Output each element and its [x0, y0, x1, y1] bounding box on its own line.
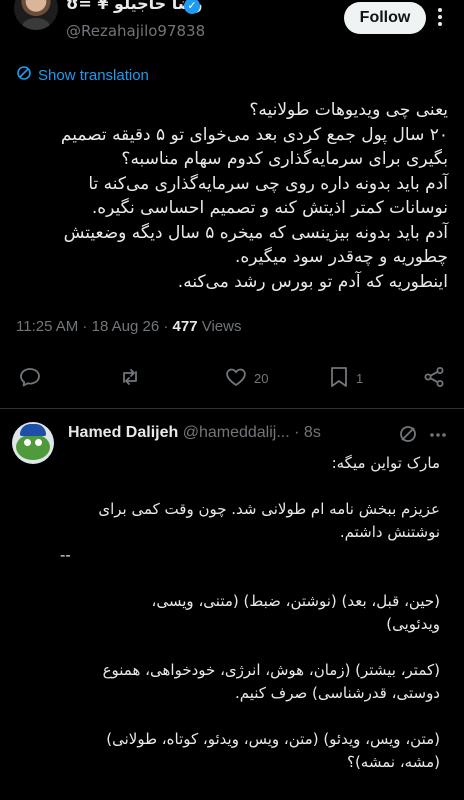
- reply-separator: ·: [294, 424, 300, 441]
- post-meta: 11:25 AM · 18 Aug 26 · 477 Views: [16, 318, 242, 335]
- reply-text-line: [60, 636, 440, 659]
- reply-text-line: (کمتر، بیشتر) (زمان، هوش، انرژی، خودخواه…: [102, 661, 440, 679]
- like-count: 20: [254, 370, 269, 386]
- post-text-line: آدم باید بدونه داره روی چی سرمایه‌گذاری …: [88, 173, 448, 194]
- reply-text-line: مارک تواین میگه:: [331, 454, 440, 472]
- divider: [0, 408, 464, 409]
- retweet-icon: [118, 365, 142, 392]
- author-avatar[interactable]: [14, 0, 58, 30]
- reply-more-icon[interactable]: [428, 426, 448, 444]
- show-translation-label: Show translation: [38, 66, 149, 84]
- views-count: 477: [172, 318, 198, 335]
- reply-author-avatar[interactable]: [12, 422, 54, 464]
- post-text-line: اینطوریه که آدم تو بورس رشد می‌کنه.: [177, 271, 448, 292]
- views-label: Views: [201, 318, 242, 335]
- reply-text: مارک تواین میگه: عزیزم ببخش نامه ام طولا…: [60, 452, 440, 774]
- mute-icon[interactable]: [396, 424, 420, 444]
- more-icon[interactable]: [430, 6, 450, 28]
- reply-author-name[interactable]: Hamed Dalijeh: [68, 424, 178, 441]
- reply-text-line: دوستی، قدرشناسی) صرف کنیم.: [234, 684, 440, 702]
- reply-text-line: ویدئویی): [386, 615, 440, 633]
- reply-text-line: --: [60, 546, 71, 564]
- eye-left: [24, 439, 31, 446]
- show-translation-link[interactable]: Show translation: [16, 64, 149, 86]
- reply-icon: [18, 365, 42, 392]
- repost-button[interactable]: [118, 360, 142, 396]
- bookmark-icon: [328, 365, 350, 392]
- post-time[interactable]: 11:25 AM: [16, 318, 78, 335]
- reply-text-line: عزیزم ببخش نامه ام طولانی شد. چون وقت کم…: [98, 500, 440, 518]
- reply-header: Hamed Dalijeh @hameddalij... · 8s: [68, 424, 321, 442]
- action-bar: 20 1: [0, 360, 464, 396]
- bookmark-button[interactable]: 1: [328, 360, 363, 396]
- share-icon: [422, 365, 446, 392]
- post-text-line: یعنی چی ویدیوهات طولانیه؟: [249, 100, 448, 120]
- reply-author-handle[interactable]: @hameddalij...: [183, 424, 290, 441]
- like-icon: [224, 365, 248, 392]
- post-text-line: بگیری برای سرمایه‌گذاری کدوم سهام مناسبه…: [121, 149, 448, 169]
- post-text: یعنی چی ویدیوهات طولانیه؟ ۲۰ سال پول جمع…: [12, 98, 448, 294]
- follow-button[interactable]: Follow: [344, 2, 426, 34]
- post-text-line: چطوریه و چه‌قدر سود میگیره.: [234, 247, 448, 267]
- post-text-line: ۲۰ سال پول جمع کردی بعد می‌خوای تو ۵ دقی…: [60, 124, 448, 145]
- hat-shape: [20, 424, 46, 436]
- reply-text-line: نوشتنش داشتم.: [339, 523, 440, 541]
- bookmark-count: 1: [356, 370, 364, 386]
- reply-time[interactable]: 8s: [304, 424, 321, 441]
- share-button[interactable]: [422, 360, 446, 396]
- reply-text-line: (حین، قبل، بعد) (نوشتن، ضبط) (متنی، ویسی…: [151, 592, 440, 610]
- reply-text-line: (مشه، نمشه)؟: [346, 753, 440, 771]
- translate-icon: [16, 65, 32, 85]
- eye-right: [35, 439, 42, 446]
- post-text-line: نوسانات کمتر اذیتش کنه و تصمیم احساسی نگ…: [91, 198, 448, 218]
- reply-text-line: [60, 567, 440, 590]
- reply-text-line: [60, 475, 440, 498]
- like-button[interactable]: 20: [224, 360, 268, 396]
- reply-button[interactable]: [18, 360, 42, 396]
- author-name[interactable]: رضا حاجیلو ¥ =ʊ: [66, 0, 202, 13]
- reply-text-line: (متن، ویس، ویدئو) (متن، ویس، ویدئو، کوتا…: [106, 730, 440, 748]
- post-date[interactable]: 18 Aug 26: [92, 318, 160, 335]
- post-text-line: آدم باید بدونه بیزینسی که میخره ۵ سال دی…: [63, 222, 448, 243]
- reply-text-line: [60, 705, 440, 728]
- pepe-face: [16, 434, 50, 460]
- author-handle[interactable]: @Rezahajilo97838: [66, 22, 205, 40]
